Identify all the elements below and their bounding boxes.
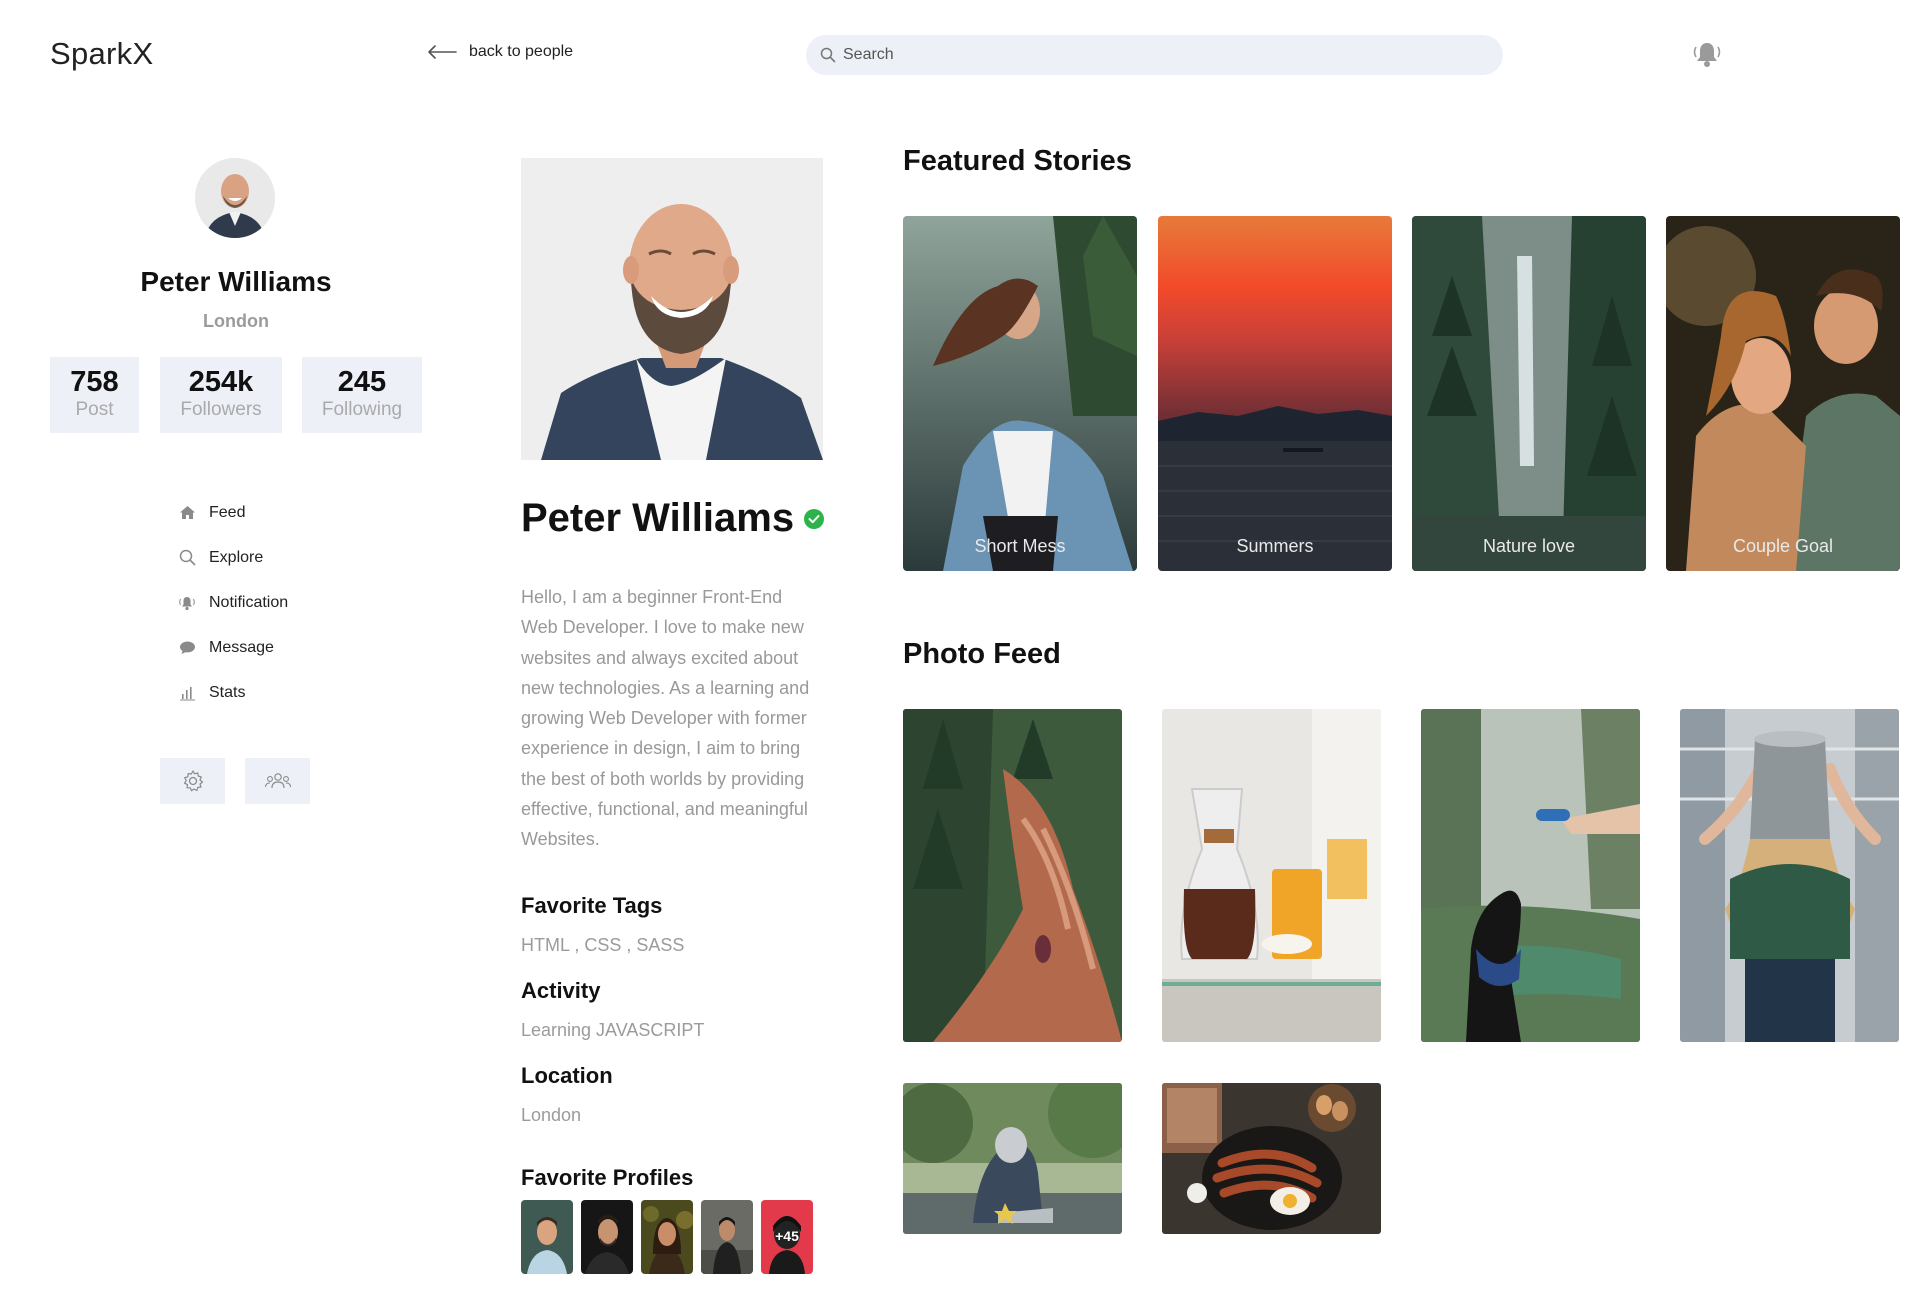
search-bar[interactable]	[806, 35, 1503, 75]
sidebar-profile-city: London	[203, 311, 269, 331]
favorites-more-count: +45	[775, 1228, 799, 1244]
stat-label: Following	[321, 399, 403, 420]
chat-bubble-icon	[178, 639, 196, 657]
sidebar-item-label: Notification	[209, 593, 289, 611]
feed-photo[interactable]	[1162, 709, 1381, 1042]
profile-photo	[521, 158, 823, 460]
stat-followers[interactable]: 254k Followers	[160, 357, 282, 433]
story-card[interactable]: Short Mess	[903, 216, 1137, 571]
sidebar-profile-name: Peter Williams	[140, 266, 332, 297]
search-icon	[178, 549, 196, 567]
favorite-tags-value: HTML , CSS , SASS	[521, 935, 685, 955]
stat-following[interactable]: 245 Following	[302, 357, 422, 433]
story-card[interactable]: Nature love	[1412, 216, 1646, 571]
activity-heading: Activity	[521, 978, 601, 1003]
sidebar-nav: Feed Explore Notification Message Stats	[178, 490, 288, 715]
groups-button[interactable]	[245, 758, 310, 804]
profile-name: Peter Williams	[521, 496, 795, 540]
feed-photo[interactable]	[1680, 709, 1899, 1042]
sidebar-item-notification[interactable]: Notification	[178, 580, 288, 625]
favorite-profiles-heading: Favorite Profiles	[521, 1165, 694, 1190]
stat-value: 758	[70, 366, 119, 398]
settings-button[interactable]	[160, 758, 225, 804]
story-card[interactable]: Summers	[1158, 216, 1392, 571]
stat-posts[interactable]: 758 Post	[50, 357, 139, 433]
photo-feed-heading: Photo Feed	[903, 638, 1061, 670]
verified-check-icon	[804, 508, 825, 529]
favorite-profile-avatar[interactable]	[521, 1200, 573, 1274]
location-value: London	[521, 1105, 582, 1125]
sidebar-item-label: Explore	[209, 548, 264, 566]
group-icon	[264, 771, 292, 791]
favorite-profiles-more[interactable]: +45	[761, 1200, 813, 1274]
sidebar-item-label: Feed	[209, 503, 246, 521]
notification-bell-icon[interactable]	[1691, 39, 1723, 69]
profile-bio: Hello, I am a beginner Front-End Web Dev…	[521, 587, 810, 850]
feed-photo[interactable]	[1421, 709, 1640, 1042]
sidebar-item-stats[interactable]: Stats	[178, 670, 288, 715]
favorite-tags-heading: Favorite Tags	[521, 893, 663, 918]
back-link-label: back to people	[469, 43, 574, 60]
favorite-profile-avatar[interactable]	[581, 1200, 633, 1274]
feed-photo[interactable]	[903, 1083, 1122, 1234]
story-card[interactable]: Couple Goal	[1666, 216, 1900, 571]
sidebar-item-label: Message	[209, 638, 274, 656]
back-to-people-link[interactable]: back to people	[427, 43, 573, 61]
profile-avatar[interactable]	[195, 158, 275, 238]
sidebar-item-label: Stats	[209, 683, 246, 701]
story-caption: Summers	[1236, 536, 1314, 556]
profile-name-heading: Peter Williams	[521, 496, 825, 541]
stat-label: Followers	[180, 399, 262, 420]
story-caption: Nature love	[1482, 536, 1576, 556]
story-caption: Short Mess	[974, 536, 1066, 556]
favorite-profile-avatar[interactable]	[641, 1200, 693, 1274]
bell-icon	[178, 594, 196, 612]
featured-stories-heading: Featured Stories	[903, 145, 1132, 177]
home-icon	[178, 504, 196, 522]
stat-value: 254k	[188, 366, 254, 398]
favorite-profiles-list: +45	[521, 1200, 813, 1274]
feed-photo[interactable]	[903, 709, 1122, 1042]
sidebar-item-feed[interactable]: Feed	[178, 490, 288, 535]
search-input[interactable]	[843, 46, 1443, 64]
feed-photo[interactable]	[1162, 1083, 1381, 1234]
app-logo[interactable]: SparkX	[50, 36, 153, 72]
favorite-profile-avatar[interactable]	[701, 1200, 753, 1274]
bar-chart-icon	[178, 684, 196, 702]
gear-icon	[181, 769, 205, 793]
stat-label: Post	[75, 399, 114, 420]
sidebar-item-explore[interactable]: Explore	[178, 535, 288, 580]
search-icon	[820, 47, 836, 63]
location-heading: Location	[521, 1063, 613, 1088]
stat-value: 245	[337, 366, 387, 398]
sidebar-item-message[interactable]: Message	[178, 625, 288, 670]
story-caption: Couple Goal	[1732, 536, 1834, 556]
activity-value: Learning JAVASCRIPT	[521, 1020, 705, 1040]
arrow-left-icon	[427, 45, 457, 59]
